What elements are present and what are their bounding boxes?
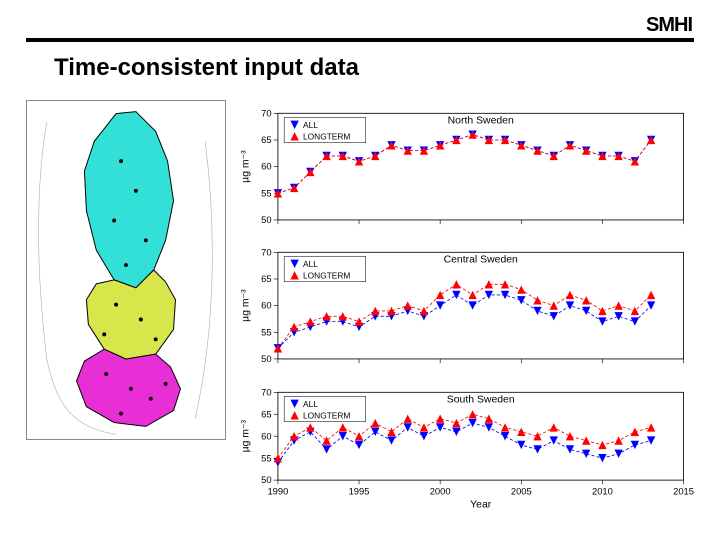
svg-text:70: 70 [261,247,271,258]
page-title: Time-consistent input data [54,54,359,82]
svg-text:60: 60 [261,300,271,311]
svg-text:Year: Year [470,499,492,510]
content-area: 5055606570µg m⁻³North SwedenALLLONGTERM … [26,100,694,514]
svg-text:50: 50 [261,474,271,485]
svg-text:LONGTERM: LONGTERM [303,271,350,281]
svg-text:65: 65 [261,273,271,284]
svg-text:1990: 1990 [267,485,288,496]
svg-text:ALL: ALL [303,120,318,130]
svg-text:70: 70 [261,107,271,118]
svg-text:µg m⁻³: µg m⁻³ [241,289,252,322]
chart-central: 50 55 60 65 70 µg m⁻³ Central Sweden ALL LONGTER… [234,239,694,374]
svg-text:LONGTERM: LONGTERM [303,410,350,420]
svg-text:µg m⁻³: µg m⁻³ [241,150,252,183]
svg-text:55: 55 [261,187,271,198]
sweden-region-map [26,100,226,440]
svg-text:65: 65 [261,134,271,145]
svg-text:2000: 2000 [430,485,451,496]
chart-north: 50 55 60 65 70 µg m⁻³ North Sweden ALLLONGTERM [234,100,694,235]
timeseries-charts: 5055606570µg m⁻³North SwedenALLLONGTERM … [234,100,694,514]
slide: SMHI Time-consistent input data [0,0,720,540]
svg-text:1995: 1995 [349,485,370,496]
svg-text:2005: 2005 [511,485,532,496]
svg-text:65: 65 [261,408,271,419]
svg-text:70: 70 [261,386,271,397]
svg-text:55: 55 [261,452,271,463]
svg-text:South Sweden: South Sweden [447,394,515,405]
svg-text:ALL: ALL [303,399,318,409]
svg-text:ALL: ALL [303,259,318,269]
smhi-logo: SMHI [646,14,692,37]
chart-south: 50 55 60 65 70 1990 1995 2000 2005 2010 2015 µg m⁻³… [234,379,694,514]
svg-text:55: 55 [261,327,271,338]
svg-text:50: 50 [261,353,271,364]
svg-text:North Sweden: North Sweden [448,116,514,127]
svg-text:Central Sweden: Central Sweden [444,255,518,266]
svg-text:LONGTERM: LONGTERM [303,131,350,141]
header-rule [26,38,694,42]
svg-text:50: 50 [261,214,271,225]
svg-text:60: 60 [261,161,271,172]
svg-text:2015: 2015 [673,485,694,496]
svg-text:2010: 2010 [592,485,613,496]
svg-text:µg m⁻³: µg m⁻³ [241,419,252,452]
svg-text:60: 60 [261,430,271,441]
